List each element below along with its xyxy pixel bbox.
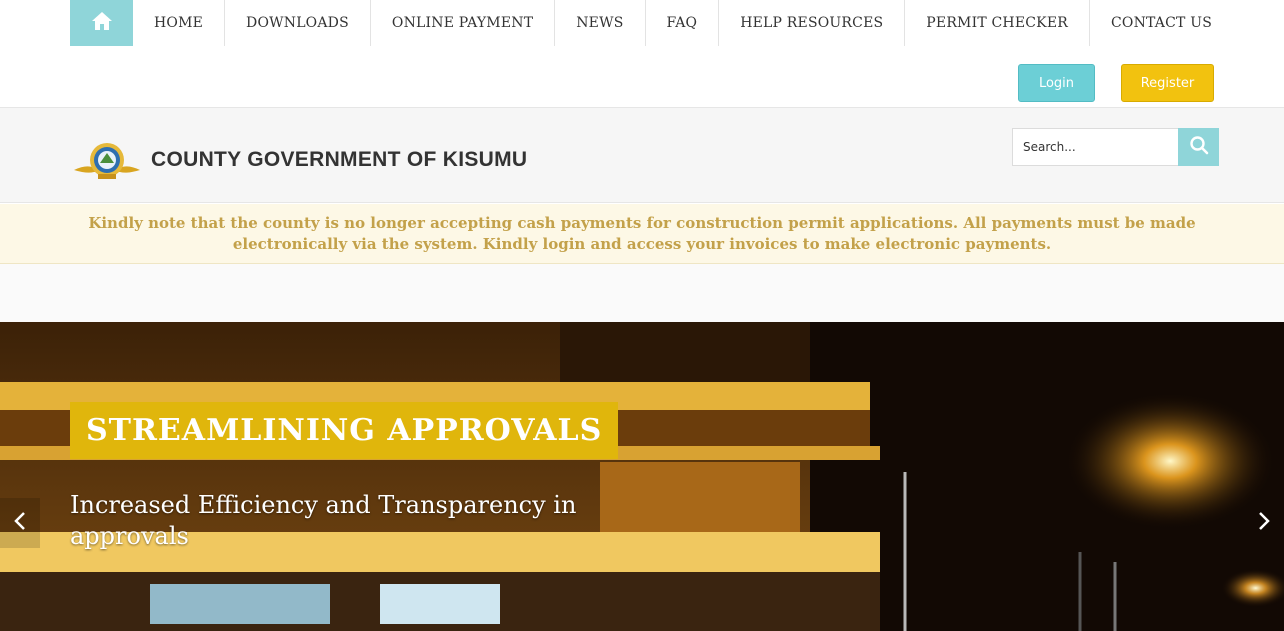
nav-item-downloads[interactable]: DOWNLOADS — [225, 0, 371, 46]
nav-item-online-payment[interactable]: ONLINE PAYMENT — [371, 0, 556, 46]
login-button[interactable]: Login — [1018, 64, 1095, 102]
chevron-right-icon — [1258, 512, 1270, 534]
nav-home-button[interactable] — [70, 0, 133, 46]
search-icon — [1189, 135, 1209, 159]
site-header: COUNTY GOVERNMENT OF KISUMU Search... — [0, 107, 1284, 203]
search-input[interactable]: Search... — [1012, 128, 1179, 166]
slider-next-button[interactable] — [1244, 498, 1284, 548]
search-button[interactable] — [1178, 128, 1219, 166]
notice-text: Kindly note that the county is no longer… — [88, 213, 1196, 253]
payment-notice: Kindly note that the county is no longer… — [0, 204, 1284, 264]
slider-prev-button[interactable] — [0, 498, 40, 548]
main-nav: HOME DOWNLOADS ONLINE PAYMENT NEWS FAQ H… — [70, 0, 1233, 46]
home-icon — [91, 11, 113, 35]
spacer-band — [0, 264, 1284, 322]
hero-title: STREAMLINING APPROVALS — [70, 402, 619, 459]
page-title: COUNTY GOVERNMENT OF KISUMU — [151, 148, 528, 171]
nav-item-news[interactable]: NEWS — [555, 0, 646, 46]
nav-item-help-resources[interactable]: HELP RESOURCES — [719, 0, 906, 46]
hero-subtitle: Increased Efficiency and Transparency in… — [70, 491, 577, 550]
register-button[interactable]: Register — [1121, 64, 1214, 102]
county-logo[interactable] — [72, 138, 142, 184]
chevron-left-icon — [14, 512, 26, 534]
nav-item-faq[interactable]: FAQ — [646, 0, 720, 46]
nav-item-contact-us[interactable]: CONTACT US — [1090, 0, 1233, 46]
hero-slider: STREAMLINING APPROVALS Increased Efficie… — [0, 322, 1284, 631]
nav-item-home[interactable]: HOME — [133, 0, 226, 46]
hero-background-image — [0, 322, 1284, 631]
nav-item-permit-checker[interactable]: PERMIT CHECKER — [905, 0, 1090, 46]
